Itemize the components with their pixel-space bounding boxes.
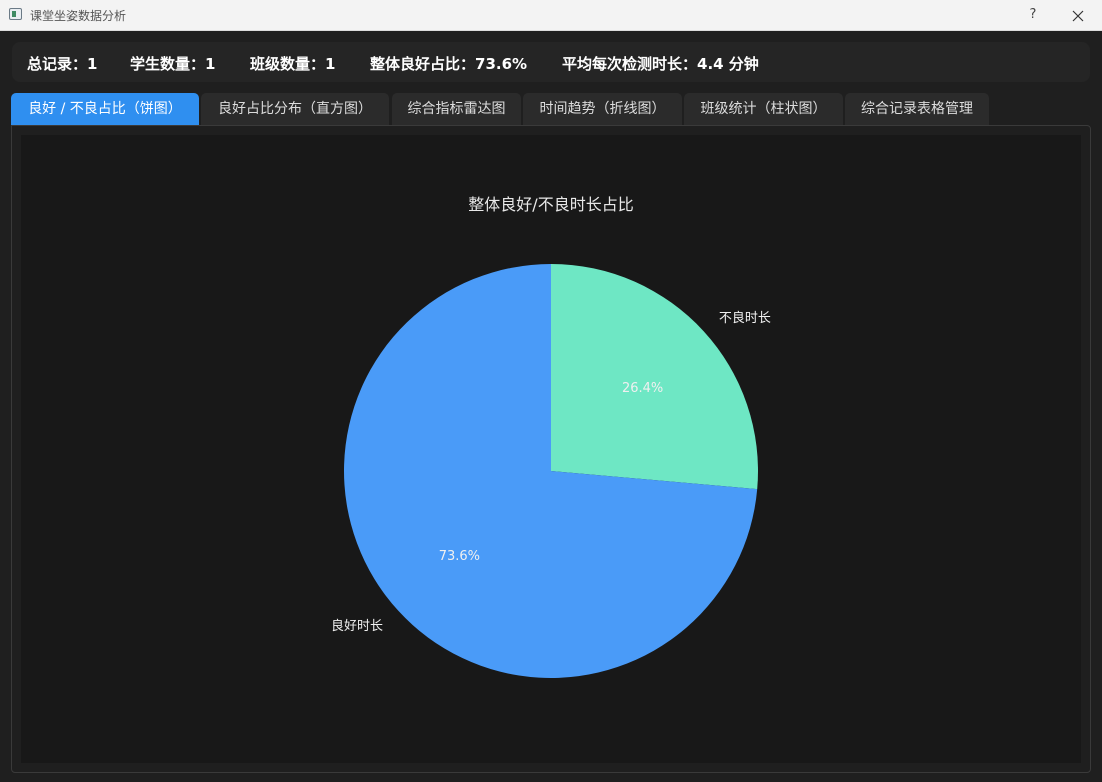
tab-bar: 良好 / 不良占比（饼图） 良好占比分布（直方图） 综合指标雷达图 时间趋势（折… (11, 93, 1091, 125)
pie-slice-category-label: 不良时长 (719, 310, 771, 326)
tab-line-chart[interactable]: 时间趋势（折线图） (523, 93, 682, 125)
close-icon (1072, 10, 1084, 21)
stats-bar: 总记录：1 学生数量：1 班级数量：1 整体良好占比：73.6% 平均每次检测时… (12, 42, 1090, 82)
app-icon (9, 8, 22, 20)
pie-slice-percent-label: 73.6% (439, 549, 480, 564)
pie-slice-percent-label: 26.4% (622, 381, 663, 396)
pie-chart: 整体良好/不良时长占比 26.4% 不良时长 73.6% 良好时长 (21, 135, 1081, 763)
tab-records-table[interactable]: 综合记录表格管理 (845, 93, 989, 125)
stat-good-ratio: 整体良好占比：73.6% (370, 55, 528, 73)
main-window: 总记录：1 学生数量：1 班级数量：1 整体良好占比：73.6% 平均每次检测时… (0, 31, 1102, 782)
help-button[interactable]: ? (1020, 4, 1046, 26)
pie-slice-category-label: 良好时长 (331, 618, 383, 634)
stat-total-records: 总记录：1 (27, 55, 98, 73)
tab-histogram[interactable]: 良好占比分布（直方图） (201, 93, 389, 125)
pie-slice (551, 264, 758, 490)
tab-pie-chart[interactable]: 良好 / 不良占比（饼图） (11, 93, 199, 125)
close-button[interactable] (1064, 4, 1092, 26)
tab-content-panel: 整体良好/不良时长占比 26.4% 不良时长 73.6% 良好时长 (11, 125, 1091, 773)
tab-bar-chart[interactable]: 班级统计（柱状图） (684, 93, 843, 125)
tab-radar-chart[interactable]: 综合指标雷达图 (392, 93, 521, 125)
stat-avg-duration: 平均每次检测时长：4.4 分钟 (562, 55, 759, 73)
pie-chart-svg: 26.4% 不良时长 73.6% 良好时长 (331, 264, 771, 678)
title-bar: 课堂坐姿数据分析 ? (0, 0, 1102, 31)
stat-class-count: 班级数量：1 (250, 55, 336, 73)
stat-student-count: 学生数量：1 (130, 55, 216, 73)
window-title: 课堂坐姿数据分析 (30, 9, 127, 23)
